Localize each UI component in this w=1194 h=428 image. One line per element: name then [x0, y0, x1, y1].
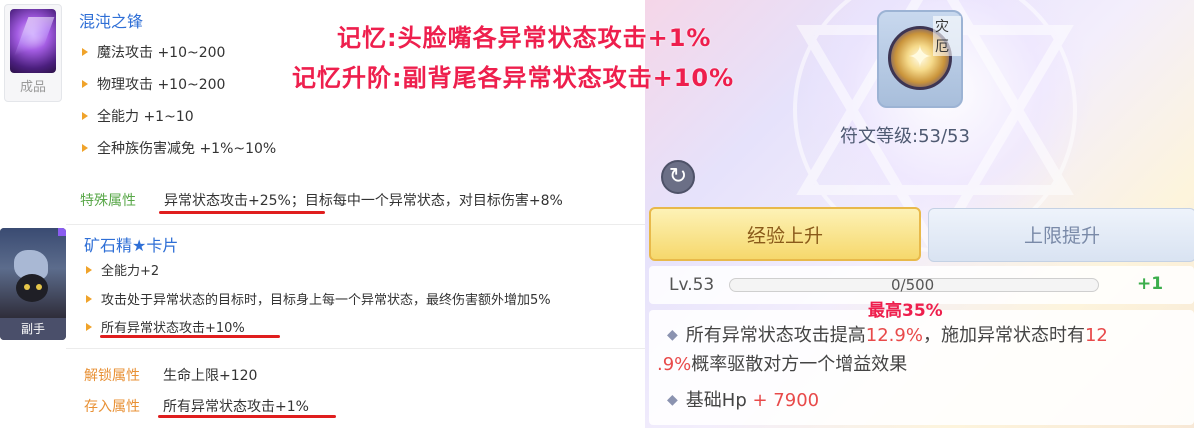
unlock-attr-text: 生命上限+120 — [163, 368, 258, 384]
bullet-icon — [86, 295, 92, 303]
cap-raise-button[interactable]: 上限提升 — [928, 208, 1194, 262]
card-thumb-caption: 副手 — [0, 318, 66, 340]
level-text: Lv.53 — [669, 275, 715, 295]
bullet-icon — [86, 266, 92, 274]
rune-effects: ◆ 所有异常状态攻击提高12.9%，施加异常状态时有12 .9%概率驱散对方一个增… — [649, 310, 1194, 425]
card-image — [0, 228, 66, 318]
deposit-attr-label: 存入属性 — [84, 399, 140, 415]
exp-up-button[interactable]: 经验上升 — [649, 207, 921, 261]
bullet-icon — [82, 144, 88, 152]
card-attr: 全能力+2 — [86, 260, 159, 279]
red-underline — [159, 211, 325, 214]
bullet-icon — [82, 48, 88, 56]
card-attr: 所有异常状态攻击+10% — [86, 317, 245, 336]
bullet-icon — [82, 112, 88, 120]
special-attr-label: 特殊属性 — [80, 193, 136, 209]
weapon-name[interactable]: 混沌之锋 — [79, 8, 143, 32]
weapon-attr: 魔法攻击 +10~200 — [82, 42, 225, 62]
red-underline — [158, 415, 336, 418]
card-thumbnail[interactable]: 副手 — [0, 228, 66, 340]
refresh-icon[interactable] — [661, 160, 695, 194]
level-plus[interactable]: +1 — [1137, 274, 1163, 294]
overlay-headline-2: 记忆升阶:副背尾各异常状态攻击+10% — [292, 64, 735, 92]
rune-name: 灾厄 — [933, 16, 961, 56]
weapon-thumb-caption: 成品 — [19, 80, 46, 95]
diamond-icon: ◆ — [667, 327, 678, 343]
red-underline — [100, 335, 280, 338]
effect-line-1: ◆ 所有异常状态攻击提高12.9%，施加异常状态时有12 — [667, 325, 1108, 346]
card-name[interactable]: 矿石精★卡片 — [84, 232, 178, 256]
divider — [66, 224, 646, 225]
max-note: 最高35% — [868, 301, 943, 321]
rune-icon-frame[interactable]: 灾厄 — [877, 10, 963, 108]
weapon-thumbnail[interactable]: 成品 — [4, 4, 62, 102]
bullet-icon — [82, 80, 88, 88]
bullet-icon — [86, 323, 92, 331]
weapon-attr: 全能力 +1~10 — [82, 106, 194, 126]
weapon-attr: 全种族伤害减免 +1%~10% — [82, 138, 276, 158]
rune-level: 符文等级:53/53 — [840, 126, 970, 147]
diamond-icon: ◆ — [667, 392, 678, 408]
weapon-attr: 物理攻击 +10~200 — [82, 74, 225, 94]
xp-text: 0/500 — [891, 276, 935, 294]
divider — [66, 348, 646, 349]
effect-line-2: ◆ 基础Hp + 7900 — [667, 390, 820, 411]
overlay-headline-1: 记忆:头脸嘴各异常状态攻击+1% — [337, 24, 712, 52]
effect-line-1-cont: .9%概率驱散对方一个增益效果 — [657, 354, 908, 375]
special-attr-text: 异常状态攻击+25%；目标每中一个异常状态，对目标伤害+8% — [164, 193, 563, 209]
weapon-image — [10, 9, 56, 73]
rarity-corner — [58, 228, 66, 236]
card-attr: 攻击处于异常状态的目标时，目标身上每一个异常状态，最终伤害额外增加5% — [86, 289, 551, 308]
deposit-attr-text: 所有异常状态攻击+1% — [163, 399, 309, 415]
unlock-attr-label: 解锁属性 — [84, 368, 140, 384]
